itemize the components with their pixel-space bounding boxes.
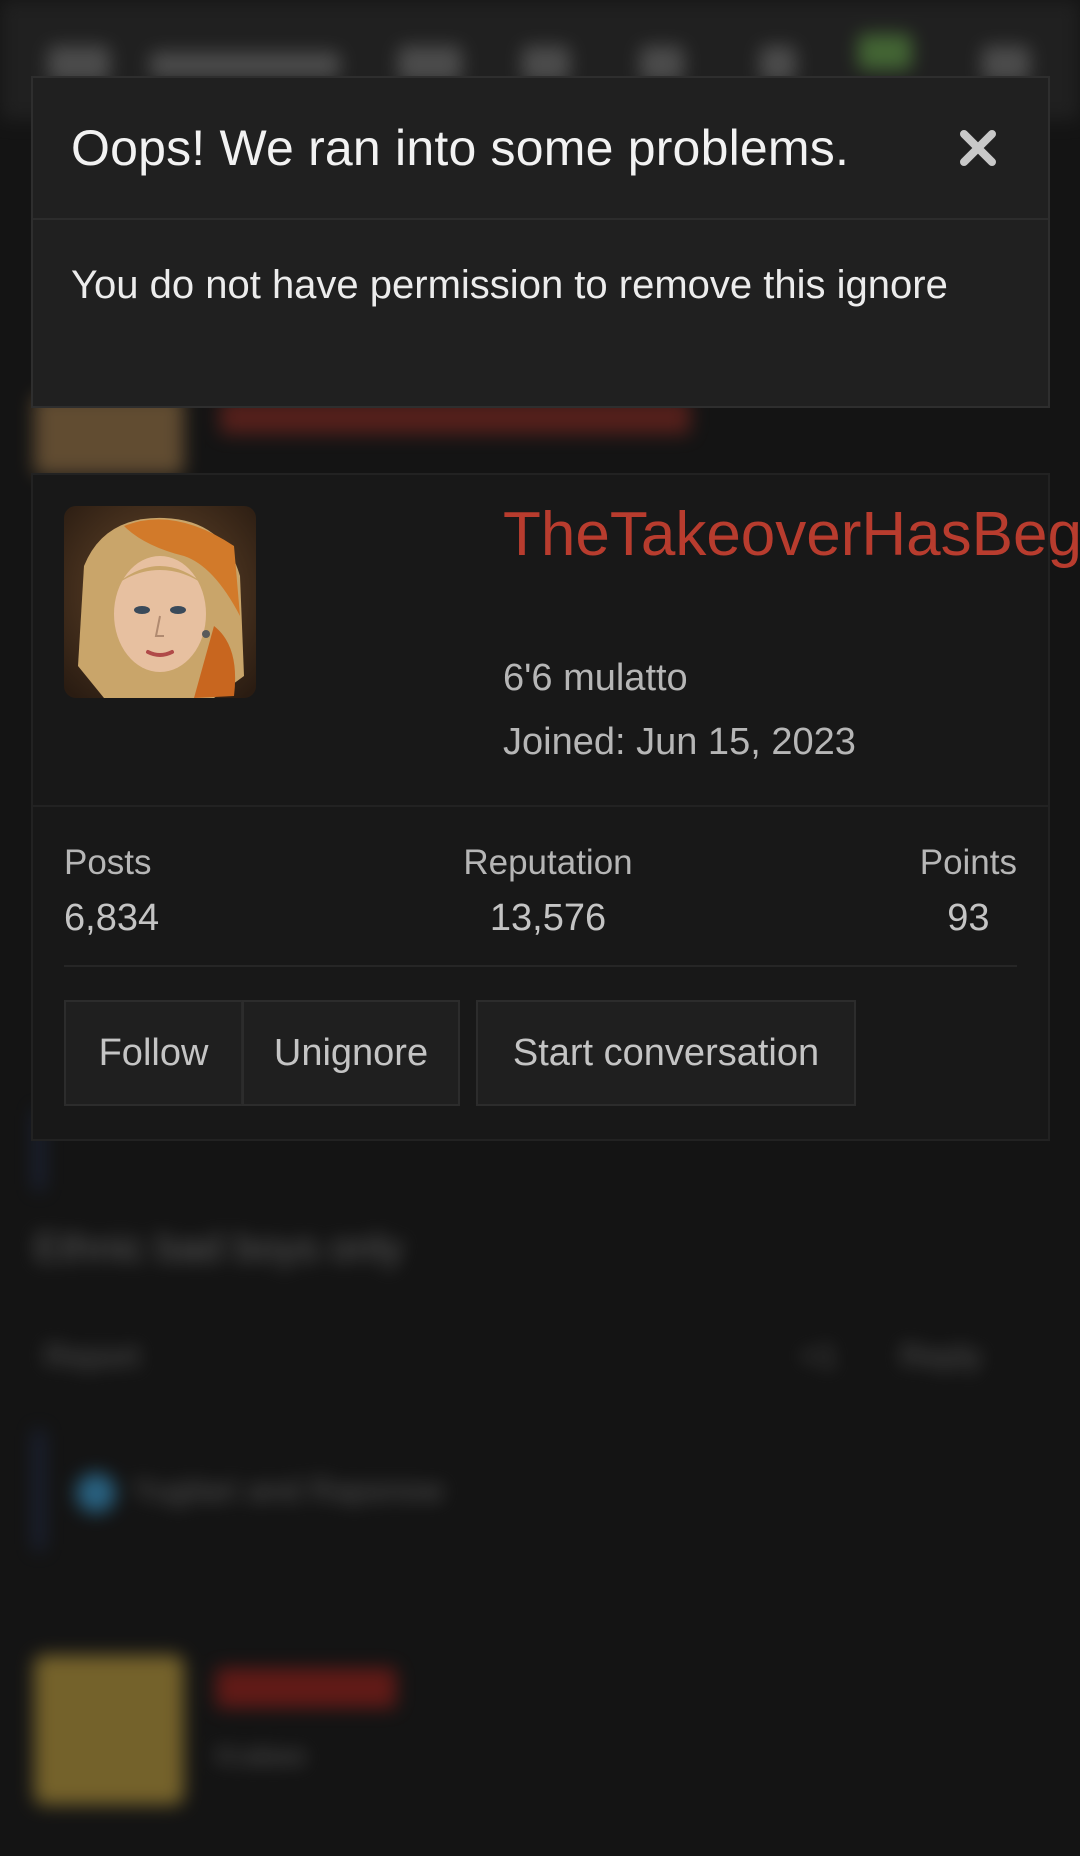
reactions-summary[interactable]: Yugitari and Rapsnow (132, 1472, 443, 1509)
member-avatar[interactable] (64, 506, 256, 698)
error-title: Oops! We ran into some problems. (71, 120, 850, 176)
member-custom-title: 6'6 mulatto (503, 657, 688, 699)
unignore-button[interactable]: Unignore (242, 1000, 460, 1106)
account-badge-icon (858, 34, 912, 70)
follow-button[interactable]: Follow (64, 1000, 242, 1106)
member-card-header: TheTakeoverHasBegun 6'6 mulatto Joined: … (33, 475, 1080, 807)
posts-label: Posts (64, 843, 152, 882)
site-logo (150, 52, 340, 78)
poster-role: Krabee (216, 1740, 307, 1771)
close-button[interactable] (948, 118, 1008, 178)
error-message: You do not have permission to remove thi… (71, 263, 948, 307)
reactions-bar (34, 1430, 44, 1550)
poster-avatar[interactable] (34, 1655, 184, 1805)
member-actions: Follow Unignore Start conversation (33, 967, 1048, 1137)
report-link[interactable]: Report (44, 1338, 140, 1375)
stat-points[interactable]: Points 93 (920, 843, 1017, 940)
reply-link[interactable]: Reply (900, 1338, 982, 1375)
reputation-label: Reputation (463, 843, 633, 882)
close-icon (960, 130, 996, 166)
like-reaction-icon (76, 1473, 116, 1513)
points-label: Points (919, 843, 1017, 882)
stat-posts[interactable]: Posts 6,834 (64, 843, 159, 940)
portrait-image (64, 506, 256, 698)
member-username[interactable]: TheTakeoverHasBegun (503, 497, 1080, 573)
stat-reputation[interactable]: Reputation 13,576 (448, 843, 648, 940)
points-value: 93 (947, 897, 990, 939)
member-stats: Posts 6,834 Reputation 13,576 Points 93 (64, 807, 1017, 967)
post-text: Ethnic bad boys only (34, 1226, 404, 1270)
reputation-value: 13,576 (489, 897, 607, 939)
error-dialog: Oops! We ran into some problems. You do … (31, 76, 1050, 408)
joined-date: Jun 15, 2023 (636, 721, 856, 763)
poster-username[interactable] (216, 1668, 396, 1708)
page: Ethnic bad boys only Report +1 Reply Yug… (0, 0, 1080, 1856)
member-joined: Joined: Jun 15, 2023 (503, 721, 856, 764)
start-conversation-button[interactable]: Start conversation (476, 1000, 856, 1106)
joined-label: Joined: (503, 721, 626, 763)
posts-value: 6,834 (64, 897, 160, 939)
reaction-count[interactable]: +1 (800, 1338, 836, 1375)
member-tooltip-card: TheTakeoverHasBegun 6'6 mulatto Joined: … (31, 473, 1080, 1141)
error-dialog-header: Oops! We ran into some problems. (33, 78, 1048, 220)
